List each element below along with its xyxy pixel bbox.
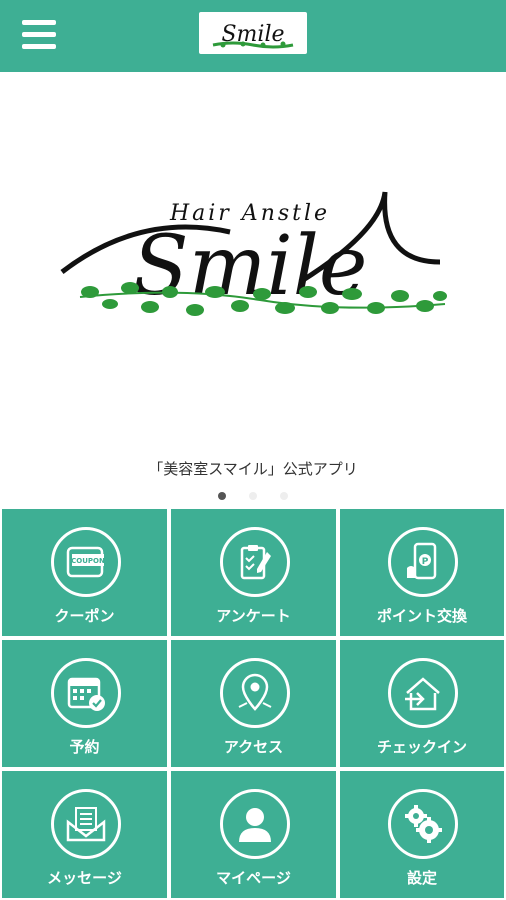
carousel-dot[interactable] <box>249 492 257 500</box>
menu-button[interactable] <box>22 20 56 50</box>
menu-tile-reservation[interactable]: 予約 <box>2 640 167 767</box>
gear-icon <box>388 789 458 859</box>
menu-tile-message[interactable]: メッセージ <box>2 771 167 898</box>
menu-tile-mypage[interactable]: マイページ <box>171 771 336 898</box>
user-icon <box>219 789 290 859</box>
clipboard-icon <box>219 527 290 597</box>
app-header: Smile <box>0 0 506 72</box>
menu-bar-icon <box>22 44 56 49</box>
menu-label: メッセージ <box>47 869 122 887</box>
logo-title: Smile <box>133 219 368 314</box>
envelope-icon <box>50 789 121 859</box>
calendar-check-icon <box>50 658 121 728</box>
menu-bar-icon <box>22 32 56 37</box>
menu-tile-coupon[interactable]: COUPON クーポン <box>2 509 167 636</box>
svg-text:COUPON: COUPON <box>71 557 105 565</box>
menu-grid: COUPON クーポン アンケート P ポイント交換 予約 アクセス チェックイ… <box>0 507 506 900</box>
menu-tile-settings[interactable]: 設定 <box>340 771 504 898</box>
menu-tile-access[interactable]: アクセス <box>171 640 336 767</box>
svg-text:P: P <box>422 557 429 567</box>
header-logo-icon: Smile <box>212 22 294 49</box>
carousel-dot-active[interactable] <box>218 492 226 500</box>
map-pin-icon <box>219 658 290 728</box>
menu-tile-survey[interactable]: アンケート <box>171 509 336 636</box>
coupon-icon: COUPON <box>50 527 121 597</box>
menu-label: クーポン <box>54 607 115 625</box>
hero-banner[interactable]: Hair Anstle Smile <box>0 72 506 502</box>
menu-bar-icon <box>22 20 56 25</box>
menu-tile-points[interactable]: P ポイント交換 <box>340 509 504 636</box>
brand-logo: Hair Anstle Smile <box>60 191 447 316</box>
carousel-indicator <box>0 492 506 502</box>
menu-label: 予約 <box>69 738 100 756</box>
menu-label: マイページ <box>216 869 291 887</box>
phone-point-icon: P <box>388 527 458 597</box>
menu-label: アクセス <box>223 738 284 756</box>
menu-tile-checkin[interactable]: チェックイン <box>340 640 504 767</box>
carousel-dot[interactable] <box>280 492 288 500</box>
header-logo[interactable]: Smile <box>199 12 307 54</box>
menu-label: チェックイン <box>376 738 467 756</box>
menu-label: ポイント交換 <box>376 607 467 625</box>
menu-label: 設定 <box>406 869 437 887</box>
checkin-icon <box>388 658 458 728</box>
tagline: 「美容室スマイル」公式アプリ <box>148 460 358 478</box>
menu-label: アンケート <box>216 607 291 625</box>
